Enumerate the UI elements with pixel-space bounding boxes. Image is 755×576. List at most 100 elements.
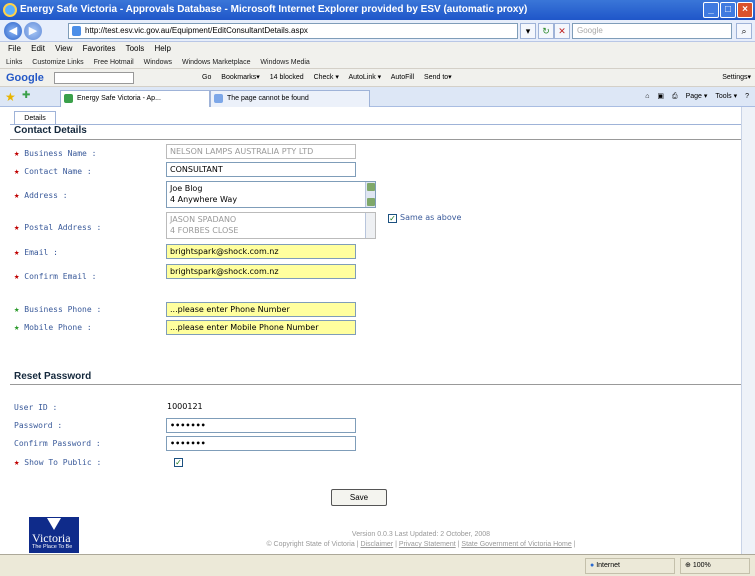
home-icon[interactable]: ⌂ bbox=[645, 93, 649, 100]
maximize-button[interactable]: □ bbox=[720, 2, 736, 18]
contact-name-label: ★ Contact Name : bbox=[14, 167, 92, 177]
confirm-password-field[interactable]: ••••••• bbox=[166, 436, 356, 451]
optional-icon: ★ bbox=[14, 323, 20, 333]
privacy-statement-link[interactable]: Privacy Statement bbox=[399, 541, 456, 548]
textarea-scrollbar[interactable] bbox=[365, 182, 375, 207]
popup-blocked-button[interactable]: 14 blocked bbox=[270, 74, 304, 81]
show-to-public-label: ★ Show To Public : bbox=[14, 458, 101, 468]
save-button[interactable]: Save bbox=[331, 489, 387, 506]
dropdown-button[interactable]: ▾ bbox=[520, 23, 536, 39]
tab-favicon-icon bbox=[214, 94, 223, 103]
add-favorites-icon[interactable]: ✚ bbox=[22, 90, 30, 101]
contact-details-heading: Contact Details bbox=[14, 125, 87, 136]
page-menu[interactable]: Page ▾ bbox=[686, 93, 708, 100]
window-title-bar[interactable]: Energy Safe Victoria - Approvals Databas… bbox=[0, 0, 755, 20]
required-icon: ★ bbox=[14, 167, 20, 177]
tab-label: The page cannot be found bbox=[227, 95, 309, 102]
feeds-icon[interactable]: ▣ bbox=[657, 93, 664, 100]
link-windows-media[interactable]: Windows Media bbox=[260, 59, 309, 66]
menu-view[interactable]: View bbox=[55, 44, 72, 53]
vic-gov-home-link[interactable]: State Government of Victoria Home bbox=[461, 541, 571, 548]
forward-button[interactable]: ▶ bbox=[24, 22, 42, 40]
close-button[interactable]: × bbox=[737, 2, 753, 18]
reset-password-heading: Reset Password bbox=[14, 371, 92, 382]
confirm-password-label: Confirm Password : bbox=[14, 439, 101, 448]
menu-file[interactable]: File bbox=[8, 44, 21, 53]
business-name-field[interactable]: NELSON LAMPS AUSTRALIA PTY LTD bbox=[166, 144, 356, 159]
confirm-email-label: ★ Confirm Email : bbox=[14, 272, 97, 282]
logo-tagline: The Place To Be bbox=[32, 544, 73, 550]
search-input[interactable]: Google bbox=[572, 23, 732, 39]
menu-favorites[interactable]: Favorites bbox=[83, 44, 116, 53]
email-label: ★ Email : bbox=[14, 248, 58, 258]
label-text: Show To Public : bbox=[24, 458, 102, 467]
settings-button[interactable]: Settings▾ bbox=[722, 69, 751, 87]
menu-edit[interactable]: Edit bbox=[31, 44, 45, 53]
url-text: http://test.esv.vic.gov.au/Equipment/Edi… bbox=[85, 26, 308, 35]
zone-text: Internet bbox=[596, 562, 620, 569]
business-phone-field[interactable]: ...please enter Phone Number bbox=[166, 302, 356, 317]
required-icon: ★ bbox=[14, 248, 20, 258]
menu-help[interactable]: Help bbox=[155, 44, 171, 53]
bookmarks-button[interactable]: Bookmarks▾ bbox=[221, 74, 260, 81]
favorites-star-icon[interactable]: ★ bbox=[5, 90, 16, 104]
zoom-icon: ⊕ bbox=[685, 562, 691, 569]
link-free-hotmail[interactable]: Free Hotmail bbox=[94, 59, 134, 66]
search-icon[interactable]: ⌕ bbox=[736, 23, 752, 39]
label-text: Postal Address : bbox=[24, 223, 102, 232]
autofill-button[interactable]: AutoFill bbox=[391, 74, 414, 81]
tab-page-not-found[interactable]: The page cannot be found bbox=[210, 90, 370, 107]
menu-tools[interactable]: Tools bbox=[126, 44, 145, 53]
google-logo: Google bbox=[6, 72, 44, 84]
link-customize-links[interactable]: Customize Links bbox=[32, 59, 83, 66]
command-bar: ⌂ ▣ ⎙ Page ▾ Tools ▾ ? bbox=[639, 87, 749, 107]
minimize-button[interactable]: _ bbox=[703, 2, 719, 18]
google-search-input[interactable] bbox=[54, 72, 134, 84]
link-windows-marketplace[interactable]: Windows Marketplace bbox=[182, 59, 250, 66]
tab-bar: ★ ✚ Energy Safe Victoria - Ap... The pag… bbox=[0, 87, 755, 107]
postal-line-2: 4 FORBES CLOSE bbox=[170, 226, 239, 235]
page-scrollbar[interactable] bbox=[741, 107, 755, 554]
password-field[interactable]: ••••••• bbox=[166, 418, 356, 433]
google-go-button[interactable]: Go bbox=[202, 74, 211, 81]
footer-version: Version 0.0.3 Last Updated: 2 October, 2… bbox=[351, 531, 491, 538]
footer-separator: | bbox=[573, 541, 576, 548]
show-to-public-checkbox[interactable]: ✓ bbox=[174, 458, 183, 467]
same-as-above-checkbox[interactable]: ✓ bbox=[388, 214, 397, 223]
victoria-logo[interactable]: Victoria The Place To Be bbox=[29, 517, 79, 553]
address-textarea[interactable]: Joe Blog 4 Anywhere Way bbox=[166, 181, 376, 208]
mobile-phone-field[interactable]: ...please enter Mobile Phone Number bbox=[166, 320, 356, 335]
section-divider bbox=[10, 139, 750, 140]
tools-menu[interactable]: Tools ▾ bbox=[715, 93, 737, 100]
user-id-label: User ID : bbox=[14, 403, 58, 412]
footer-separator: | bbox=[395, 541, 397, 548]
address-line-2: 4 Anywhere Way bbox=[170, 195, 238, 204]
tab-energy-safe-victoria[interactable]: Energy Safe Victoria - Ap... bbox=[60, 90, 210, 107]
postal-address-textarea[interactable]: JASON SPADANO 4 FORBES CLOSE bbox=[166, 212, 376, 239]
help-icon[interactable]: ? bbox=[745, 93, 749, 100]
same-as-above-label: Same as above bbox=[400, 213, 462, 222]
optional-icon: ★ bbox=[14, 305, 20, 315]
refresh-icon[interactable]: ↻ bbox=[538, 23, 554, 39]
email-field[interactable]: brightspark@shock.com.nz bbox=[166, 244, 356, 259]
disclaimer-link[interactable]: Disclaimer bbox=[360, 541, 393, 548]
business-name-label: ★ Business Name : bbox=[14, 149, 97, 159]
zoom-control[interactable]: ⊕ 100% bbox=[680, 558, 750, 574]
textarea-scrollbar[interactable] bbox=[365, 213, 375, 238]
print-icon[interactable]: ⎙ bbox=[672, 93, 678, 100]
spell-check-button[interactable]: Check ▾ bbox=[314, 74, 339, 81]
required-icon: ★ bbox=[14, 149, 20, 159]
contact-name-field[interactable]: CONSULTANT bbox=[166, 162, 356, 177]
copyright-text: © Copyright State of Victoria | bbox=[266, 541, 359, 548]
autolink-button[interactable]: AutoLink ▾ bbox=[348, 74, 381, 81]
label-text: Business Phone : bbox=[24, 305, 102, 314]
link-windows[interactable]: Windows bbox=[144, 59, 172, 66]
confirm-email-field[interactable]: brightspark@shock.com.nz bbox=[166, 264, 356, 279]
back-button[interactable]: ◀ bbox=[4, 22, 22, 40]
tab-details[interactable]: Details bbox=[14, 111, 56, 125]
stop-icon[interactable]: ✕ bbox=[554, 23, 570, 39]
globe-icon: ● bbox=[590, 562, 595, 569]
send-to-button[interactable]: Send to▾ bbox=[424, 74, 452, 81]
label-text: Confirm Email : bbox=[24, 272, 97, 281]
url-input[interactable]: http://test.esv.vic.gov.au/Equipment/Edi… bbox=[68, 23, 518, 39]
